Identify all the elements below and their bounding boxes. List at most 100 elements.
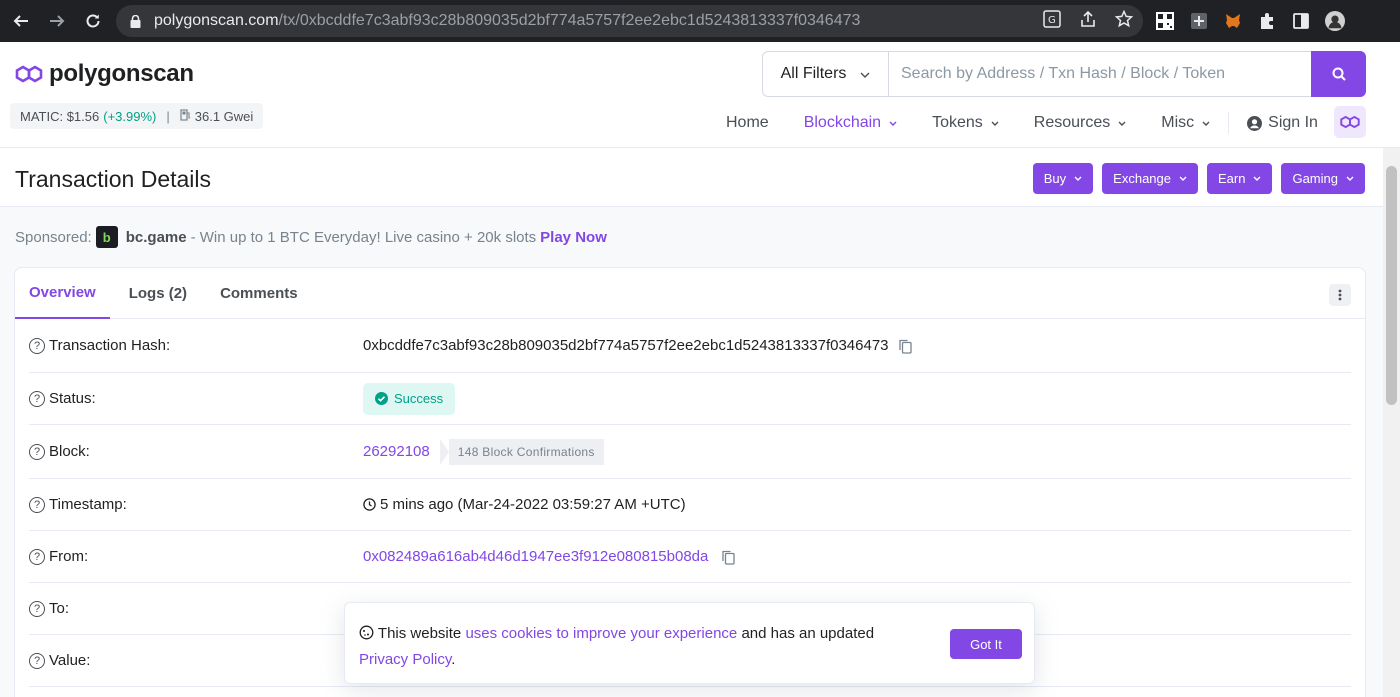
filter-dropdown[interactable]: All Filters [763, 52, 889, 96]
tab-overview[interactable]: Overview [15, 268, 110, 319]
nav-tokens-label: Tokens [932, 114, 983, 131]
price-separator: | [166, 108, 170, 124]
to-label: To: [49, 600, 70, 617]
sponsored-cta-link[interactable]: Play Now [540, 229, 607, 246]
search-icon [1332, 67, 1346, 81]
side-panel-icon[interactable] [1291, 11, 1311, 31]
scrollbar-thumb[interactable] [1386, 166, 1397, 405]
share-icon[interactable] [1079, 10, 1097, 32]
cookie-text-3: . [451, 651, 456, 668]
from-address-link[interactable]: 0x082489a616ab4d46d1947ee3f912e080815b08… [363, 548, 708, 565]
status-label: Status: [49, 390, 96, 407]
nav-misc-label: Misc [1161, 114, 1195, 131]
earn-button[interactable]: Earn [1207, 163, 1273, 194]
question-help-icon[interactable]: ? [29, 496, 45, 513]
network-switch-button[interactable] [1334, 106, 1366, 138]
search-button[interactable] [1311, 51, 1366, 97]
cookie-text-2: and has an updated [741, 625, 875, 642]
privacy-policy-link[interactable]: Privacy Policy [359, 651, 451, 668]
status-value: Success [394, 391, 444, 406]
timestamp-label: Timestamp: [49, 496, 127, 513]
back-icon[interactable] [6, 6, 36, 36]
block-confirmations-badge: 148 Block Confirmations [439, 438, 604, 465]
question-help-icon[interactable]: ? [29, 337, 45, 354]
sponsored-text: - Win up to 1 BTC Everyday! Live casino … [190, 228, 537, 246]
reload-icon[interactable] [78, 6, 108, 36]
block-number-link[interactable]: 26292108 [363, 443, 430, 460]
sign-in-link[interactable]: Sign In [1247, 114, 1318, 132]
polygonscan-logo[interactable]: polygonscan [15, 60, 194, 88]
sponsored-brand[interactable]: bc.game [126, 229, 187, 246]
nav-blockchain[interactable]: Blockchain [804, 114, 897, 132]
got-it-button[interactable]: Got It [950, 629, 1022, 659]
search-input[interactable] [889, 52, 1311, 96]
tab-logs[interactable]: Logs (2) [115, 268, 201, 319]
search-bar: All Filters [762, 51, 1366, 97]
more-options-icon[interactable] [1329, 284, 1351, 306]
copy-icon[interactable] [898, 339, 913, 354]
filter-dropdown-label: All Filters [780, 65, 847, 82]
exchange-button[interactable]: Exchange [1102, 163, 1198, 194]
tab-comments[interactable]: Comments [206, 268, 312, 319]
add-extension-icon[interactable] [1189, 11, 1209, 31]
buy-button[interactable]: Buy [1032, 163, 1094, 194]
copy-icon[interactable] [722, 550, 736, 565]
gas-pump-icon [180, 108, 191, 124]
cookie-icon [359, 625, 374, 640]
question-help-icon[interactable]: ? [29, 652, 45, 669]
url-host: polygonscan.com [154, 12, 279, 29]
cookie-policy-link[interactable]: uses cookies to improve your experience [465, 625, 737, 642]
nav-home[interactable]: Home [726, 114, 769, 132]
forward-icon[interactable] [42, 6, 72, 36]
chevron-down-icon [860, 65, 870, 83]
check-circle-icon [375, 392, 388, 405]
nav-misc[interactable]: Misc [1161, 114, 1210, 132]
sign-in-label: Sign In [1268, 114, 1318, 131]
nav-resources-label: Resources [1033, 114, 1111, 131]
matic-price-change: (+3.99%) [103, 108, 157, 124]
row-status: ? Status: Success [29, 373, 1351, 425]
user-circle-icon [1247, 115, 1263, 131]
polygon-logo-icon [15, 65, 43, 83]
tx-hash-value: 0xbcddfe7c3abf93c28b809035d2bf774a5757f2… [363, 337, 889, 354]
chevron-down-icon [1118, 121, 1126, 126]
nav-tokens[interactable]: Tokens [932, 114, 999, 132]
tx-hash-label: Transaction Hash: [49, 337, 171, 354]
chevron-down-icon [889, 121, 897, 126]
gas-price: 36.1 Gwei [194, 108, 254, 124]
chevron-down-icon [1253, 176, 1261, 181]
question-help-icon[interactable]: ? [29, 548, 45, 565]
page-title: Transaction Details [15, 166, 212, 192]
cookie-message: This website uses cookies to improve you… [359, 621, 919, 673]
from-label: From: [49, 548, 89, 565]
question-help-icon[interactable]: ? [29, 600, 45, 617]
status-badge: Success [363, 382, 456, 415]
translate-icon[interactable]: G [1043, 10, 1061, 32]
qr-code-extension-icon[interactable] [1155, 11, 1175, 31]
sponsored-label: Sponsored: [15, 228, 92, 246]
page-scrollbar[interactable] [1383, 148, 1400, 697]
polygon-logo-icon [1340, 115, 1360, 129]
timestamp-value: 5 mins ago (Mar-24-2022 03:59:27 AM +UTC… [380, 496, 686, 513]
row-from: ? From: 0x082489a616ab4d46d1947ee3f912e0… [29, 531, 1351, 583]
page-title-bar: Transaction Details Buy Exchange Earn Ga… [0, 148, 1400, 207]
url-path: /tx/0xbcddfe7c3abf93c28b809035d2bf774a57… [278, 12, 861, 29]
exchange-button-label: Exchange [1113, 171, 1171, 186]
clock-icon [363, 498, 376, 511]
nav-resources[interactable]: Resources [1034, 114, 1126, 132]
chevron-down-icon [1074, 176, 1082, 181]
chevron-down-icon [991, 121, 999, 126]
browser-toolbar: polygonscan.com/tx/0xbcddfe7c3abf93c28b8… [0, 0, 1400, 42]
gaming-button[interactable]: Gaming [1281, 163, 1365, 194]
svg-text:G: G [1048, 15, 1056, 26]
chevron-down-icon [1346, 176, 1354, 181]
metamask-fox-icon[interactable] [1223, 11, 1243, 31]
extensions-puzzle-icon[interactable] [1257, 11, 1277, 31]
address-bar[interactable]: polygonscan.com/tx/0xbcddfe7c3abf93c28b8… [116, 5, 1143, 37]
chevron-down-icon [1202, 121, 1210, 126]
question-help-icon[interactable]: ? [29, 443, 45, 460]
question-help-icon[interactable]: ? [29, 390, 45, 407]
bookmark-star-icon[interactable] [1114, 9, 1134, 32]
cookie-text-1: This website [377, 625, 462, 642]
profile-avatar-icon[interactable] [1325, 11, 1345, 31]
